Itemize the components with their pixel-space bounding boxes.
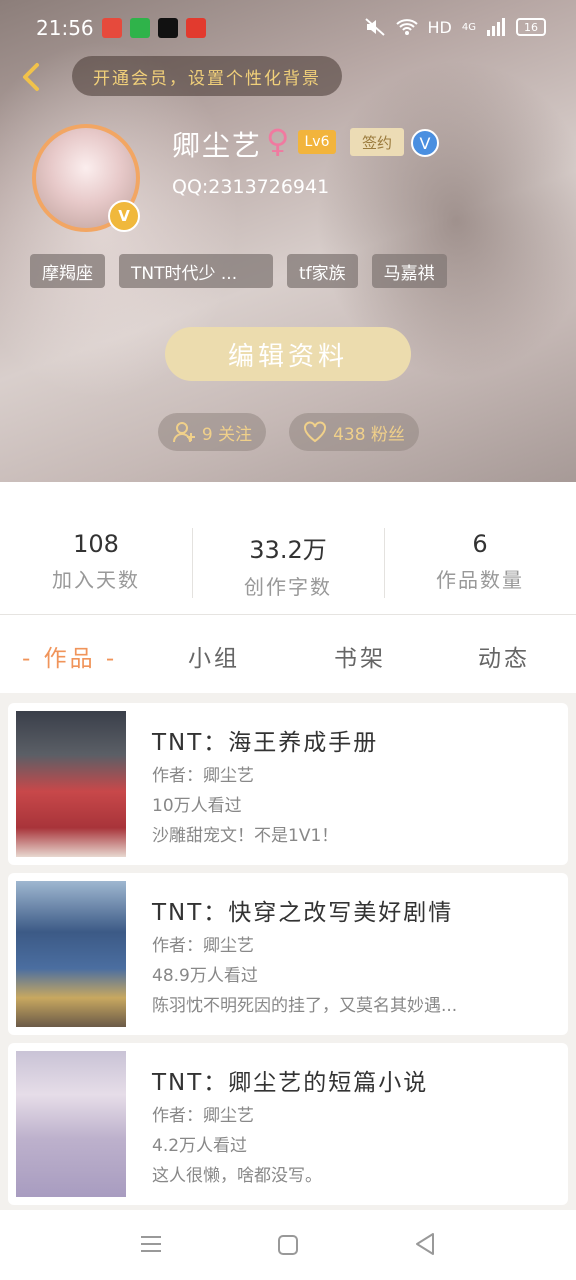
stat-divider [384,528,385,598]
work-card[interactable]: TNT：快穿之改写美好剧情 作者：卿尘艺 48.9万人看过 陈羽忱不明死因的挂了… [8,873,568,1035]
back-arrow-icon[interactable] [16,62,46,92]
work-author: 作者：卿尘艺 [152,936,254,956]
stat-value: 108 [73,530,119,558]
work-card[interactable]: TNT：海王养成手册 作者：卿尘艺 10万人看过 沙雕甜宠文！不是1V1！ [8,703,568,865]
following-button[interactable]: 9 关注 [158,413,266,451]
status-bar: 21:56 HD 4G 16 [0,0,576,56]
tab-works[interactable]: - 作品 - [22,639,117,673]
signal-label: 4G [461,21,476,33]
following-count: 9 关注 [201,424,253,445]
svg-text:V: V [420,134,431,153]
username: 卿尘艺 [172,129,263,162]
network-type: HD [427,17,452,37]
qq-number: QQ:2313726941 [172,176,330,198]
home-icon[interactable] [277,1234,299,1256]
tab-bookshelf[interactable]: 书架 [334,639,386,673]
stat-label: 创作字数 [244,575,332,599]
verified-v-icon: V [411,129,439,157]
edit-profile-button[interactable]: 编辑资料 [165,327,411,381]
tab-activity[interactable]: 动态 [478,639,530,673]
stat-divider [192,528,193,598]
wifi-icon [395,19,418,35]
profile-tags: 摩羯座 TNT时代少 ... tf家族 马嘉祺 [30,254,447,288]
work-description: 沙雕甜宠文！不是1V1！ [152,826,339,846]
work-title: TNT：快穿之改写美好剧情 [152,900,454,926]
stat-value: 6 [472,530,488,558]
system-nav-bar [0,1210,576,1280]
work-description: 陈羽忱不明死因的挂了，又莫名其妙遇... [152,996,458,1016]
work-views: 10万人看过 [152,796,242,816]
fans-button[interactable]: 438 粉丝 [289,413,419,451]
signed-author-badge: 签约 [350,128,404,156]
work-card[interactable]: TNT：卿尘艺的短篇小说 作者：卿尘艺 4.2万人看过 这人很懒，啥都没写。 [8,1043,568,1205]
mute-icon [364,18,385,36]
stat-join-days: 108 加入天数 [0,530,192,593]
stat-word-count: 33.2万 创作字数 [192,530,384,600]
work-description: 这人很懒，啥都没写。 [152,1166,322,1186]
tag-idol[interactable]: 马嘉祺 [371,254,447,288]
avatar-verified-icon: V [108,200,140,232]
tag-zodiac[interactable]: 摩羯座 [30,254,105,288]
fans-count: 438 粉丝 [333,424,405,445]
profile-tabs: - 作品 - 小组 书架 动态 [0,615,576,693]
status-time: 21:56 [36,16,94,40]
battery-icon: 16 [516,18,546,36]
stat-label: 加入天数 [52,568,140,592]
work-title: TNT：卿尘艺的短篇小说 [152,1070,429,1096]
heart-icon [304,421,327,443]
back-triangle-icon[interactable] [414,1232,436,1256]
signal-icon [487,18,505,36]
app-notification-icon-3 [186,18,206,38]
work-author: 作者：卿尘艺 [152,766,254,786]
work-views: 48.9万人看过 [152,966,258,986]
work-cover-image [16,711,126,857]
app-notification-icon-2 [130,18,150,38]
stat-label: 作品数量 [436,568,524,592]
tag-fandom[interactable]: TNT时代少 ... [119,254,273,288]
work-views: 4.2万人看过 [152,1136,248,1156]
work-cover-image [16,1051,126,1197]
vip-background-banner[interactable]: 开通会员，设置个性化背景 [72,56,342,96]
tiktok-notification-icon [158,18,178,38]
level-badge: Lv6 [298,130,336,154]
work-title: TNT：海王养成手册 [152,730,379,756]
tag-family[interactable]: tf家族 [287,254,358,288]
female-gender-icon: ♀ [266,122,290,160]
add-user-icon [172,422,195,443]
app-notification-icon-1 [102,18,122,38]
stat-value: 33.2万 [249,536,327,564]
work-cover-image [16,881,126,1027]
work-author: 作者：卿尘艺 [152,1106,254,1126]
stat-works-count: 6 作品数量 [384,530,576,593]
menu-icon[interactable] [140,1234,162,1254]
stats-bar: 108 加入天数 33.2万 创作字数 6 作品数量 [0,482,576,615]
tab-groups[interactable]: 小组 [188,639,240,673]
